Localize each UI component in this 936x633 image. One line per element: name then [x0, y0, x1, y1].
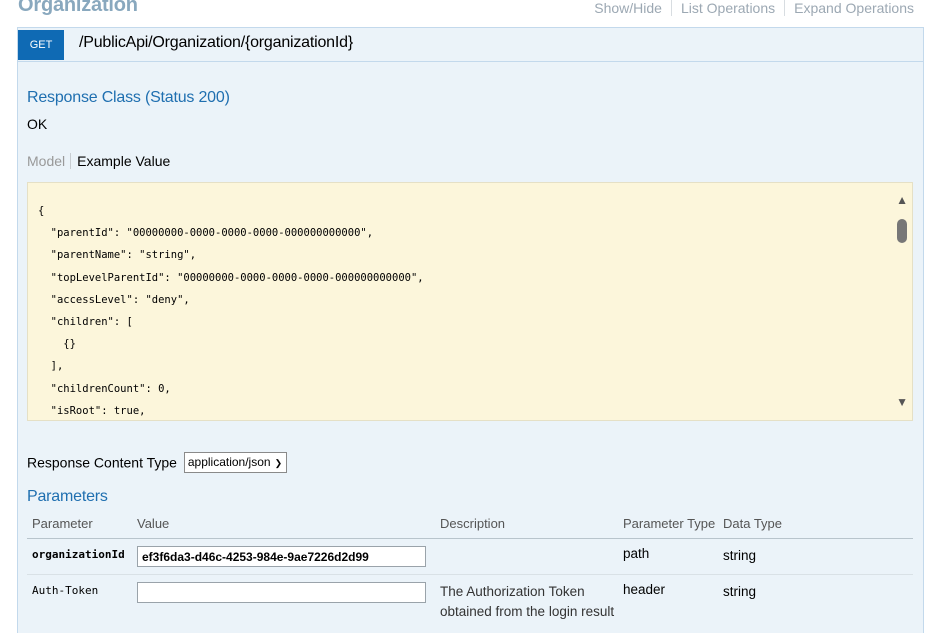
show-hide-link[interactable]: Show/Hide — [585, 0, 672, 16]
param-type-organizationId: path — [623, 546, 650, 561]
row-divider — [27, 574, 913, 575]
response-content-type-select[interactable]: application/json ❯ — [183, 452, 288, 473]
param-description-auth-token-line1: The Authorization Token — [440, 584, 585, 599]
data-type-organizationId: string — [723, 548, 757, 563]
col-header-data-type: Data Type — [723, 516, 783, 531]
parameters-title: Parameters — [27, 488, 108, 505]
tab-example-value[interactable]: Example Value — [71, 153, 170, 169]
response-class-text: OK — [27, 116, 48, 132]
model-tabs: Model Example Value — [27, 153, 170, 169]
operation-path[interactable]: /PublicApi/Organization/{organizationId} — [79, 34, 353, 52]
response-content-type-label: Response Content Type — [27, 454, 177, 471]
scroll-down-arrow-icon[interactable]: ▼ — [896, 395, 908, 409]
auth-token-input[interactable] — [137, 582, 426, 603]
organizationId-input[interactable] — [137, 546, 426, 567]
list-operations-link[interactable]: List Operations — [672, 0, 786, 16]
operation-heading[interactable]: GET /PublicApi/Organization/{organizatio… — [18, 28, 923, 62]
section-title[interactable]: Organization — [18, 0, 138, 17]
data-type-auth-token: string — [723, 584, 757, 599]
param-name-organizationId: organizationId — [32, 548, 125, 561]
col-header-value: Value — [137, 516, 170, 531]
param-name-auth-token: Auth-Token — [32, 584, 99, 597]
scroll-up-arrow-icon[interactable]: ▲ — [896, 193, 908, 207]
chevron-down-icon: ❯ — [274, 458, 283, 468]
scrollbar-thumb[interactable] — [897, 219, 907, 243]
col-header-parameter-type: Parameter Type — [623, 516, 716, 531]
response-content-type-value: application/json — [187, 455, 271, 469]
col-header-description: Description — [440, 516, 506, 531]
expand-operations-link[interactable]: Expand Operations — [785, 0, 914, 16]
example-value-box[interactable]: { "parentId": "00000000-0000-0000-0000-0… — [27, 182, 913, 421]
col-header-parameter: Parameter — [32, 516, 93, 531]
header-links: Show/Hide List Operations Expand Operation… — [585, 0, 914, 16]
http-method-badge[interactable]: GET — [18, 30, 64, 60]
example-value-code: { "parentId": "00000000-0000-0000-0000-0… — [38, 205, 424, 417]
response-class-title: Response Class (Status 200) — [27, 89, 230, 106]
param-description-auth-token-line2: obtained from the login result — [440, 604, 615, 619]
param-type-auth-token: header — [623, 582, 666, 597]
response-content-type-row: Response Content Type application/json ❯ — [27, 452, 288, 473]
tab-model[interactable]: Model — [27, 153, 72, 169]
header-divider — [27, 538, 913, 539]
